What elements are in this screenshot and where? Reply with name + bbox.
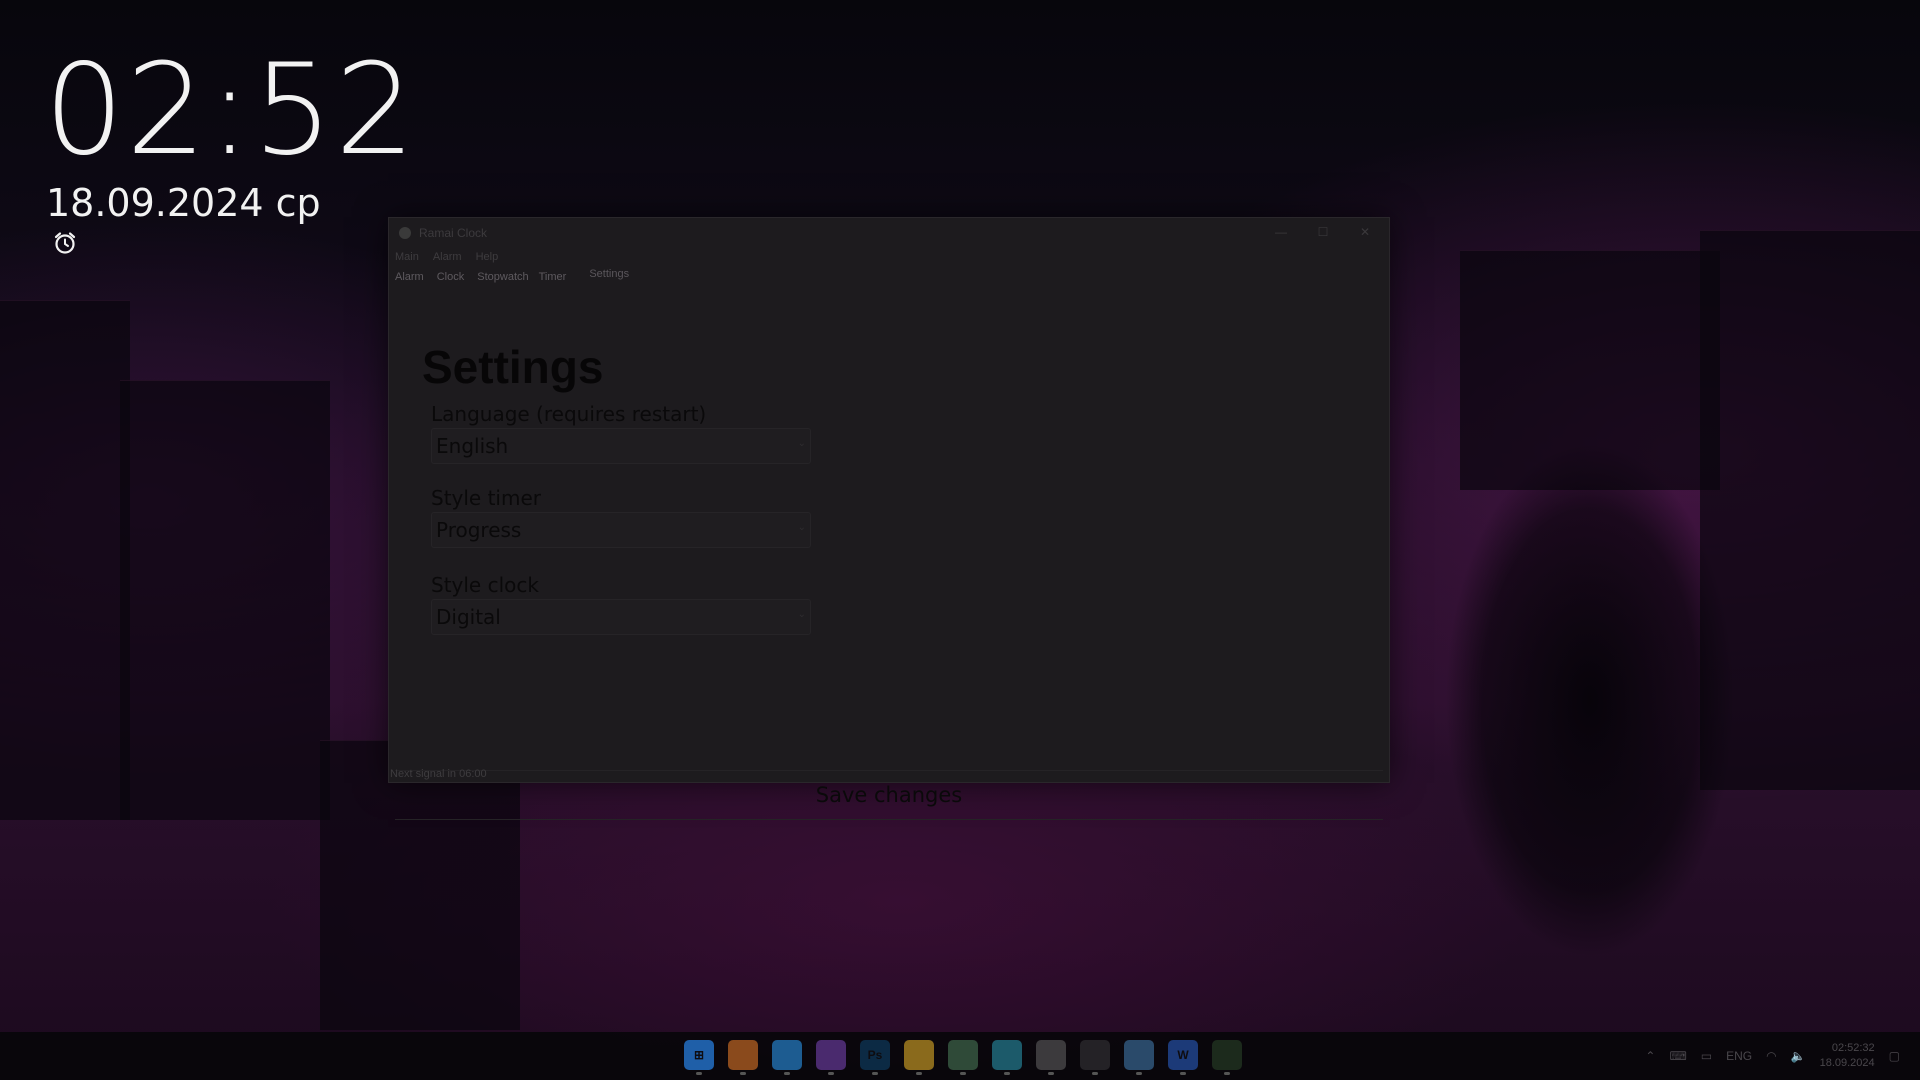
chevron-down-icon: ⌄ <box>797 609 806 620</box>
windows-start-icon[interactable]: ⊞ <box>684 1040 714 1075</box>
style-clock-label: Style clock <box>431 573 539 597</box>
tray-time: 02:52:32 <box>1831 1042 1875 1054</box>
system-tray: ⌃ ⌨ ▭ ENG ◠ 🔈 02:52:32 18.09.2024 ▢ <box>1645 1032 1900 1080</box>
running-indicator <box>1224 1072 1230 1075</box>
chevron-up-icon[interactable]: ⌃ <box>1645 1049 1655 1063</box>
edge-icon[interactable] <box>992 1040 1022 1075</box>
minimize-button[interactable]: — <box>1261 222 1301 242</box>
visual-studio-icon[interactable] <box>816 1040 846 1075</box>
taskbar-apps: ⊞ Ps W <box>684 1040 1242 1075</box>
language-label: Language (requires restart) <box>431 402 707 426</box>
style-clock-select[interactable]: Digital ⌄ <box>431 599 811 635</box>
save-bar: Save changes <box>395 770 1383 820</box>
style-timer-label: Style timer <box>431 486 541 510</box>
tab-timer[interactable]: Timer <box>539 266 567 288</box>
calendar-app-icon[interactable] <box>1036 1040 1066 1075</box>
wallpaper-building <box>120 380 330 820</box>
cloud-app-icon[interactable] <box>1124 1040 1154 1075</box>
running-indicator <box>1136 1072 1142 1075</box>
taskbar: ⊞ Ps W ⌃ ⌨ ▭ ENG ◠ 🔈 02:52:32 18.09.2024 ▢ <box>0 1032 1920 1080</box>
tab-stopwatch[interactable]: Stopwatch <box>477 266 528 288</box>
desktop-clock-time: 02:52 <box>44 36 418 183</box>
running-indicator <box>740 1072 746 1075</box>
notification-icon[interactable]: ▢ <box>1889 1049 1900 1063</box>
wifi-icon[interactable]: ◠ <box>1766 1049 1776 1063</box>
running-indicator <box>1048 1072 1054 1075</box>
wallpaper-character-silhouette <box>1390 370 1810 1030</box>
style-timer-select-value: Progress <box>436 518 522 542</box>
running-indicator <box>960 1072 966 1075</box>
menu-help[interactable]: Help <box>476 248 499 266</box>
keyboard-icon[interactable]: ⌨ <box>1669 1049 1686 1063</box>
photoshop-icon[interactable]: Ps <box>860 1040 890 1075</box>
alarm-clock-icon <box>52 230 78 256</box>
chrome-icon[interactable] <box>728 1040 758 1075</box>
file-explorer-icon[interactable] <box>904 1040 934 1075</box>
word-icon[interactable]: W <box>1168 1040 1198 1075</box>
app-icon <box>399 227 411 239</box>
ramai-clock-taskbar-icon[interactable] <box>1212 1040 1242 1075</box>
tab-alarm[interactable]: Alarm <box>395 266 424 288</box>
clock-app-icon[interactable] <box>1080 1040 1110 1075</box>
vscode-icon[interactable] <box>772 1040 802 1075</box>
close-button[interactable]: ✕ <box>1345 222 1385 242</box>
tab-clock[interactable]: Clock <box>437 266 465 288</box>
menu-alarm[interactable]: Alarm <box>433 248 462 266</box>
settings-page: Settings Language (requires restart) Eng… <box>389 288 1389 820</box>
language-indicator[interactable]: ENG <box>1726 1049 1752 1063</box>
running-indicator <box>828 1072 834 1075</box>
running-indicator <box>696 1072 702 1075</box>
volume-icon[interactable]: 🔈 <box>1791 1049 1806 1063</box>
style-clock-select-value: Digital <box>436 605 501 629</box>
save-changes-button[interactable]: Save changes <box>816 783 962 807</box>
window-title: Ramai Clock <box>419 226 488 240</box>
menu-bar: Main Alarm Help <box>389 248 1389 266</box>
wallpaper-building <box>0 300 130 820</box>
running-indicator <box>916 1072 922 1075</box>
title-bar[interactable]: Ramai Clock — ☐ ✕ <box>389 218 1389 248</box>
language-select-value: English <box>436 434 509 458</box>
style-timer-select[interactable]: Progress ⌄ <box>431 512 811 548</box>
desktop-clock-widget: 02:52 18.09.2024 ср <box>44 40 417 226</box>
language-select[interactable]: English ⌄ <box>431 428 811 464</box>
running-indicator <box>784 1072 790 1075</box>
status-bar: Next signal in 06:00 <box>390 768 487 780</box>
chevron-down-icon: ⌄ <box>797 522 806 533</box>
running-indicator <box>1180 1072 1186 1075</box>
display-icon[interactable]: ▭ <box>1701 1049 1712 1063</box>
running-indicator <box>1004 1072 1010 1075</box>
running-indicator <box>1092 1072 1098 1075</box>
maximize-button[interactable]: ☐ <box>1303 222 1343 242</box>
menu-main[interactable]: Main <box>395 248 419 266</box>
notes-app-icon[interactable] <box>948 1040 978 1075</box>
tray-date: 18.09.2024 <box>1819 1057 1875 1069</box>
ramai-clock-window: Ramai Clock — ☐ ✕ Main Alarm Help Alarm … <box>388 217 1390 820</box>
tab-settings[interactable]: Settings <box>589 263 629 288</box>
running-indicator <box>872 1072 878 1075</box>
desktop-clock-date: 18.09.2024 ср <box>46 181 321 225</box>
tray-clock[interactable]: 02:52:32 18.09.2024 <box>1820 1041 1875 1071</box>
tab-bar: Alarm Clock Stopwatch Timer Settings <box>389 266 1389 288</box>
page-title: Settings <box>422 341 604 393</box>
chevron-down-icon: ⌄ <box>797 438 806 449</box>
